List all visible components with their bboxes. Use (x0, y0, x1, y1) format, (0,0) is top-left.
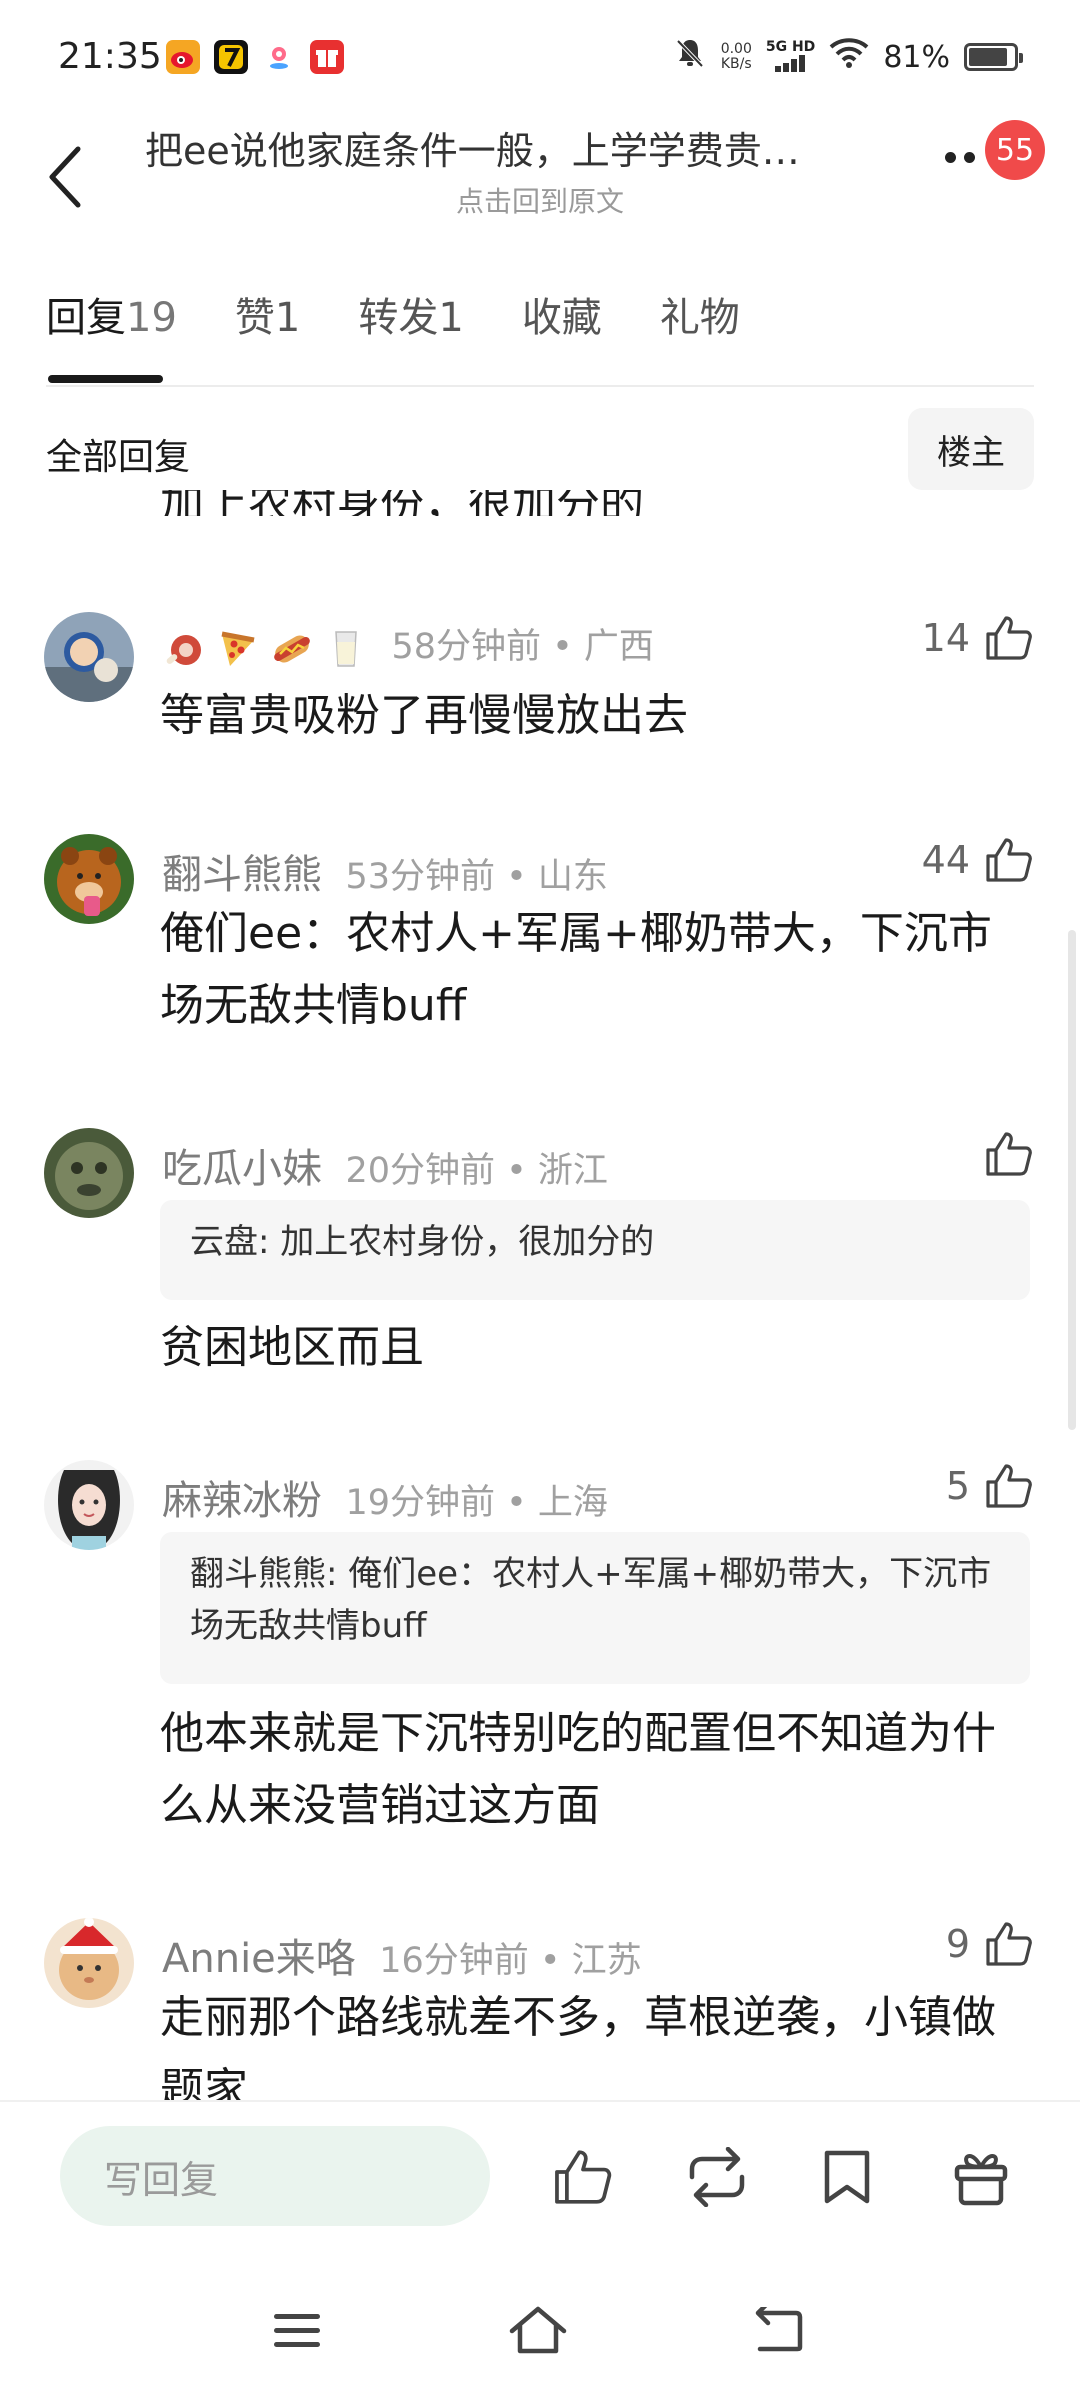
comment-text: 走丽那个路线就差不多，草根逆袭，小镇做题家 (160, 1992, 996, 2100)
partial-comment-text: 加上农村身份，很加分的 (160, 490, 644, 516)
qq-app-icon (214, 40, 248, 74)
home-nav-button[interactable] (503, 2295, 573, 2365)
tab-gifts[interactable]: 礼物 (660, 285, 740, 343)
thumbs-up-icon (986, 616, 1032, 660)
owner-filter-button[interactable]: 楼主 (908, 408, 1034, 490)
notification-app-icons (166, 40, 344, 74)
like-button[interactable]: 9 (946, 1920, 1034, 1968)
signal-indicator: 5G HD (766, 40, 815, 75)
hotdog-emoji (274, 635, 310, 663)
tab-favorites[interactable]: 收藏 (522, 285, 602, 343)
comment-meta: 翻斗熊熊 53分钟前 • 山东 (162, 842, 608, 900)
comment-time: 58分钟前 • 广西 (391, 627, 654, 667)
thumbs-up-icon (555, 2150, 612, 2204)
status-right: 0.00 KB/s 5G HD 81% (673, 36, 1023, 78)
reply-input[interactable]: 写回复 (60, 2126, 490, 2226)
map-app-icon (262, 40, 296, 74)
like-button[interactable]: 44 (922, 836, 1034, 884)
thumbs-up-icon (986, 1132, 1032, 1176)
tab-divider (46, 385, 1034, 387)
comment-username[interactable]: 吃瓜小妹 (162, 1146, 322, 1192)
comment-username[interactable]: 翻斗熊熊 (162, 852, 322, 898)
avatar[interactable] (44, 1128, 134, 1218)
wifi-icon (829, 37, 869, 77)
comment-meta: 58分钟前 • 广西 (162, 618, 654, 670)
battery-percent: 81% (883, 39, 950, 75)
repost-icon (689, 2147, 745, 2207)
gift-app-icon (310, 40, 344, 74)
active-tab-indicator (48, 375, 163, 383)
avatar[interactable] (44, 834, 134, 924)
like-post-button[interactable] (548, 2142, 618, 2212)
comment-item: Annie来咯 16分钟前 • 江苏 9 走丽那个路线就差不多，草根逆袭，小镇做… (0, 1918, 1080, 2100)
like-count: 5 (945, 1464, 970, 1508)
comment-meta: 麻辣冰粉 19分钟前 • 上海 (162, 1468, 608, 1526)
battery-icon (964, 43, 1023, 71)
tab-replies[interactable]: 回复19 (46, 285, 177, 383)
avatar[interactable] (44, 612, 134, 702)
thumbs-up-icon (986, 838, 1032, 882)
quoted-reply[interactable]: 云盘: 加上农村身份，很加分的 (160, 1200, 1030, 1300)
notification-badge[interactable]: 55 (985, 120, 1045, 180)
comment-time: 53分钟前 • 山东 (345, 857, 608, 897)
comment-username[interactable]: 麻辣冰粉 (162, 1478, 322, 1524)
pizza-emoji (221, 631, 255, 666)
menu-nav-button[interactable] (262, 2295, 332, 2365)
home-icon (509, 2306, 567, 2354)
more-button[interactable] (945, 152, 975, 163)
thumbs-up-icon (986, 1464, 1032, 1508)
like-button[interactable] (970, 1130, 1034, 1178)
bottom-action-bar: 写回复 (0, 2100, 1080, 2275)
menu-icon (274, 2314, 320, 2347)
username-emojis[interactable] (162, 626, 368, 670)
status-time: 21:35 (58, 36, 162, 77)
meat-emoji (166, 635, 201, 665)
page-title[interactable]: 把ee说他家庭条件一般，上学学费贵… (145, 120, 925, 175)
avatar[interactable] (44, 1918, 134, 2008)
comment-text: 等富贵吸粉了再慢慢放出去 (160, 690, 688, 741)
gift-icon (954, 2154, 1008, 2206)
like-button[interactable]: 5 (946, 1462, 1034, 1510)
comment-username[interactable]: Annie来咯 (162, 1936, 356, 1982)
repost-button[interactable] (682, 2142, 752, 2212)
comment-text: 俺们ee：农村人+军属+椰奶带大，下沉市场无敌共情buff (160, 908, 992, 1031)
back-nav-button[interactable] (742, 2295, 812, 2365)
net-speed: 0.00 KB/s (720, 41, 752, 72)
all-replies-title: 全部回复 (46, 437, 191, 478)
status-bar: 21:35 0.00 KB/s 5G HD 81% (0, 0, 1080, 110)
back-nav-icon (755, 2307, 803, 2352)
comment-meta: 吃瓜小妹 20分钟前 • 浙江 (162, 1136, 608, 1194)
comment-time: 19分钟前 • 上海 (345, 1483, 608, 1523)
avatar[interactable] (44, 1460, 134, 1550)
replies-section-header: 全部回复 楼主 (46, 408, 1034, 490)
favorite-button[interactable] (812, 2142, 882, 2212)
like-count: 14 (921, 616, 970, 660)
back-to-original-link[interactable]: 点击回到原文 (0, 180, 1080, 220)
comment-time: 16分钟前 • 江苏 (379, 1941, 642, 1981)
tab-bar: 回复19 赞1 转发1 收藏 礼物 (46, 285, 798, 383)
thumbs-up-icon (986, 1922, 1032, 1966)
bookmark-icon (824, 2150, 870, 2204)
tab-likes[interactable]: 赞1 (235, 285, 300, 343)
page-header: 把ee说他家庭条件一般，上学学费贵… 点击回到原文 55 (0, 110, 1080, 250)
like-count: 9 (945, 1922, 970, 1966)
scrollbar[interactable] (1068, 930, 1076, 1430)
milk-emoji (335, 631, 357, 667)
comment-time: 20分钟前 • 浙江 (345, 1151, 608, 1191)
comment-meta: Annie来咯 16分钟前 • 江苏 (162, 1926, 642, 1984)
weibo-app-icon (166, 40, 200, 74)
like-button[interactable]: 14 (922, 614, 1034, 662)
more-dot (945, 152, 956, 163)
gift-button[interactable] (946, 2142, 1016, 2212)
like-count: 44 (921, 838, 970, 882)
more-dot (964, 152, 975, 163)
system-nav-bar (0, 2275, 1080, 2388)
comment-text: 贫困地区而且 (160, 1322, 424, 1373)
mute-icon (673, 36, 707, 78)
quoted-reply[interactable]: 翻斗熊熊: 俺们ee：农村人+军属+椰奶带大，下沉市场无敌共情buff (160, 1532, 1030, 1684)
signal-bars-icon (774, 54, 805, 72)
comment-text: 他本来就是下沉特别吃的配置但不知道为什么从来没营销过这方面 (160, 1708, 996, 1831)
tab-reposts[interactable]: 转发1 (358, 285, 463, 343)
